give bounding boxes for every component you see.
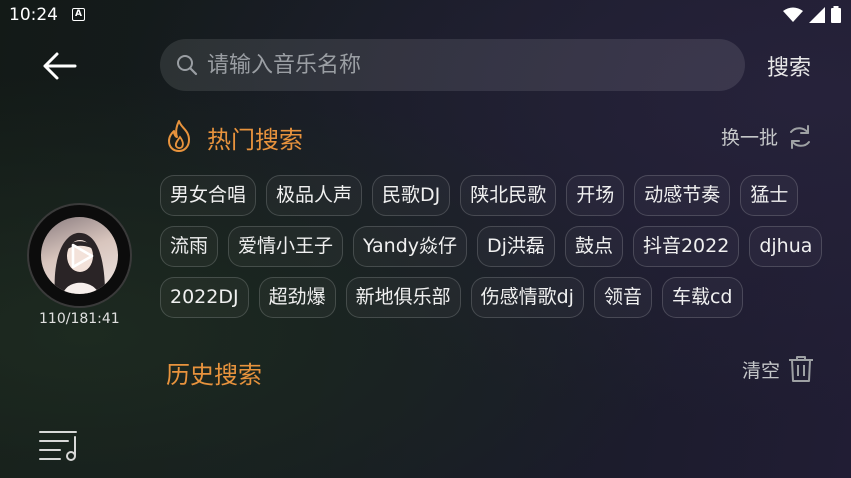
clear-label: 清空 — [742, 359, 781, 382]
playlist-icon — [39, 431, 77, 461]
hot-search-tag[interactable]: 极品人声 — [266, 175, 363, 216]
hot-search-tag[interactable]: 伤感情歌dj — [470, 277, 584, 318]
refresh-label: 换一批 — [721, 127, 779, 149]
hot-search-tag[interactable]: 男女合唱 — [160, 175, 257, 216]
hot-search-tag[interactable]: 流雨 — [160, 226, 219, 267]
hot-search-tag[interactable]: 超劲爆 — [258, 277, 336, 318]
notification-icon: A — [72, 8, 85, 21]
back-button[interactable] — [38, 46, 80, 86]
fire-icon — [168, 120, 190, 152]
hot-search-tag[interactable]: 抖音2022 — [632, 226, 740, 267]
refresh-icon — [790, 124, 811, 149]
search-button[interactable]: 搜索 — [767, 50, 811, 82]
hot-search-tag[interactable]: 领音 — [593, 277, 652, 318]
hot-search-tag[interactable]: 开场 — [566, 175, 625, 216]
playlist-button[interactable] — [38, 425, 82, 463]
hot-search-tags: 男女合唱 极品人声 民歌DJ 陕北民歌 开场 动感节奏 猛士 流雨 爱情小王子 … — [160, 175, 840, 328]
hot-search-tag[interactable]: 2022DJ — [160, 277, 249, 318]
search-bar — [160, 39, 745, 91]
status-icons — [783, 6, 841, 23]
refresh-button[interactable]: 换一批 — [721, 123, 814, 150]
hot-search-tag[interactable]: Yandy焱仔 — [353, 226, 468, 267]
hot-search-tag[interactable]: 动感节奏 — [634, 175, 731, 216]
history-title: 历史搜索 — [166, 361, 262, 389]
status-time: 10:24 — [9, 5, 58, 25]
hot-search-tag[interactable]: 新地俱乐部 — [345, 277, 461, 318]
hot-search-tag[interactable]: Dj洪磊 — [477, 226, 555, 267]
hot-search-title: 热门搜索 — [207, 126, 303, 154]
hot-search-tag[interactable]: 猛士 — [740, 175, 799, 216]
search-input[interactable] — [207, 52, 727, 78]
tag-row: 男女合唱 极品人声 民歌DJ 陕北民歌 开场 动感节奏 猛士 — [160, 175, 840, 216]
arrow-left-icon — [43, 52, 77, 80]
hot-search-tag[interactable]: 爱情小王子 — [228, 226, 344, 267]
trash-icon — [789, 356, 814, 382]
hot-search-tag[interactable]: djhua — [749, 226, 823, 267]
tag-row: 2022DJ 超劲爆 新地俱乐部 伤感情歌dj 领音 车载cd — [160, 277, 840, 318]
mini-player[interactable] — [27, 203, 132, 308]
tag-row: 流雨 爱情小王子 Yandy焱仔 Dj洪磊 鼓点 抖音2022 djhua — [160, 226, 840, 267]
wifi-icon — [783, 7, 803, 22]
play-icon — [71, 243, 94, 269]
status-bar: 10:24 A — [0, 0, 851, 30]
signal-icon — [809, 6, 825, 23]
hot-search-tag[interactable]: 车载cd — [661, 277, 743, 318]
playback-progress: 110/181:41 — [39, 311, 120, 327]
clear-history-button[interactable]: 清空 — [742, 355, 814, 383]
search-icon — [177, 55, 198, 76]
hot-search-tag[interactable]: 民歌DJ — [372, 175, 451, 216]
hot-search-tag[interactable]: 鼓点 — [564, 226, 623, 267]
battery-icon — [831, 6, 841, 23]
hot-search-tag[interactable]: 陕北民歌 — [460, 175, 557, 216]
